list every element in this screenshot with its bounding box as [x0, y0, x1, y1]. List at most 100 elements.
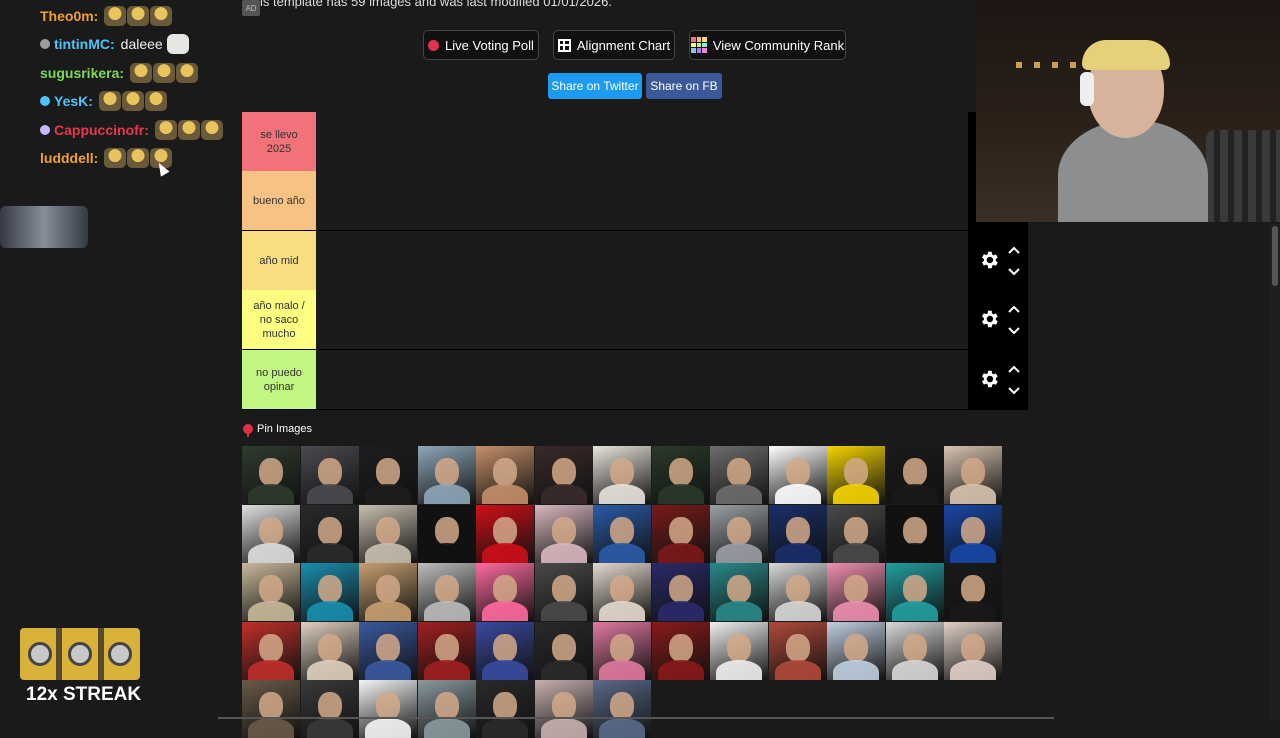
tier-label[interactable]: bueno año — [242, 171, 316, 230]
tier-item-image[interactable] — [710, 505, 768, 563]
tier-item-image[interactable] — [359, 622, 417, 680]
tier-item-image[interactable] — [710, 622, 768, 680]
gear-icon[interactable] — [978, 249, 1000, 271]
pin-images-toggle[interactable]: Pin Images — [243, 423, 312, 437]
tier-item-image[interactable] — [769, 563, 827, 621]
tier-item-image[interactable] — [242, 446, 300, 504]
tier-item-image[interactable] — [418, 446, 476, 504]
chat-username[interactable]: tintinMC: — [54, 36, 115, 52]
tier-item-image[interactable] — [242, 622, 300, 680]
tier-item-image[interactable] — [593, 563, 651, 621]
tier-label[interactable]: no puedo opinar — [242, 350, 316, 409]
minions-emote — [98, 91, 167, 112]
chat-username[interactable]: ludddell: — [40, 150, 98, 166]
tier-item-image[interactable] — [652, 563, 710, 621]
tier-item-image[interactable] — [476, 505, 534, 563]
tier-item-image[interactable] — [710, 446, 768, 504]
tier-item-image[interactable] — [359, 446, 417, 504]
share-fb-button[interactable]: Share on FB — [646, 73, 722, 99]
move-tier-arrows[interactable] — [1006, 243, 1022, 279]
alignment-chart-button[interactable]: Alignment Chart — [553, 30, 675, 60]
tier-item-image[interactable] — [652, 622, 710, 680]
tier-drop-zone[interactable] — [316, 290, 968, 349]
tier-item-image[interactable] — [359, 680, 417, 738]
chat-username[interactable]: Theo0m: — [40, 8, 98, 24]
tier-item-image[interactable] — [535, 563, 593, 621]
tier-item-image[interactable] — [418, 505, 476, 563]
tier-item-image[interactable] — [593, 446, 651, 504]
tier-item-image[interactable] — [769, 446, 827, 504]
floating-emote — [0, 206, 88, 248]
tier-item-image[interactable] — [593, 505, 651, 563]
tier-drop-zone[interactable] — [316, 112, 968, 171]
tier-item-image[interactable] — [476, 622, 534, 680]
tier-item-image[interactable] — [944, 622, 1002, 680]
tier-item-image[interactable] — [593, 622, 651, 680]
tier-item-image[interactable] — [301, 505, 359, 563]
chat-username[interactable]: YesK: — [54, 93, 93, 109]
streak-widget: 12x STREAK — [20, 628, 142, 708]
tier-item-image[interactable] — [535, 680, 593, 738]
tier-item-image[interactable] — [301, 622, 359, 680]
tier-drop-zone[interactable] — [316, 350, 968, 409]
live-voting-poll-button[interactable]: Live Voting Poll — [423, 30, 539, 60]
tier-item-image[interactable] — [301, 446, 359, 504]
move-tier-arrows[interactable] — [1006, 302, 1022, 338]
tier-item-image[interactable] — [476, 680, 534, 738]
tier-item-image[interactable] — [944, 505, 1002, 563]
tier-item-image[interactable] — [827, 505, 885, 563]
tier-item-image[interactable] — [769, 505, 827, 563]
scrollbar-thumb[interactable] — [1272, 226, 1278, 286]
tier-item-image[interactable] — [535, 622, 593, 680]
tier-item-image[interactable] — [242, 505, 300, 563]
live-voting-poll-label: Live Voting Poll — [445, 37, 534, 53]
tier-item-image[interactable] — [710, 563, 768, 621]
tier-drop-zone[interactable] — [316, 171, 968, 230]
tier-item-image[interactable] — [769, 622, 827, 680]
tier-item-image[interactable] — [944, 563, 1002, 621]
move-tier-arrows[interactable] — [1006, 362, 1022, 398]
tier-item-image[interactable] — [886, 505, 944, 563]
template-info-text: is template has 59 images and was last m… — [260, 0, 612, 9]
tier-item-image[interactable] — [242, 563, 300, 621]
page-scrollbar[interactable] — [1270, 224, 1280, 720]
tier-item-image[interactable] — [418, 680, 476, 738]
share-twitter-button[interactable]: Share on Twitter — [548, 73, 642, 99]
tier-label[interactable]: se llevo 2025 — [242, 112, 316, 171]
tier-item-image[interactable] — [359, 505, 417, 563]
tier-item-image[interactable] — [418, 563, 476, 621]
tier-item-image[interactable] — [242, 680, 300, 738]
horizontal-scrollbar[interactable] — [218, 717, 1054, 719]
gear-icon[interactable] — [978, 368, 1000, 390]
tier-drop-zone[interactable] — [316, 231, 968, 290]
gear-icon[interactable] — [978, 308, 1000, 330]
tier-item-image[interactable] — [652, 446, 710, 504]
chat-text: daleee — [120, 36, 163, 53]
chat-username[interactable]: Cappuccinofr: — [54, 122, 149, 138]
tier-item-image[interactable] — [301, 563, 359, 621]
tier-item-image[interactable] — [418, 622, 476, 680]
tier-item-image[interactable] — [535, 446, 593, 504]
tier-label[interactable]: año malo / no saco mucho — [242, 290, 316, 349]
chat-message: ludddell: — [40, 146, 173, 170]
chevron-up-icon — [1008, 305, 1020, 313]
tier-item-image[interactable] — [827, 446, 885, 504]
tier-item-image[interactable] — [476, 446, 534, 504]
minions-emote — [130, 62, 199, 83]
tier-item-image[interactable] — [944, 446, 1002, 504]
tier-item-image[interactable] — [886, 446, 944, 504]
tier-item-image[interactable] — [827, 622, 885, 680]
tier-item-image[interactable] — [593, 680, 651, 738]
tier-controls — [968, 290, 1028, 349]
tier-item-image[interactable] — [301, 680, 359, 738]
community-rank-button[interactable]: View Community Rank — [689, 30, 846, 60]
tier-item-image[interactable] — [652, 505, 710, 563]
tier-label[interactable]: año mid — [242, 231, 316, 290]
tier-item-image[interactable] — [886, 622, 944, 680]
tier-item-image[interactable] — [476, 563, 534, 621]
tier-item-image[interactable] — [359, 563, 417, 621]
chat-username[interactable]: sugusrikera: — [40, 65, 124, 81]
tier-item-image[interactable] — [886, 563, 944, 621]
tier-item-image[interactable] — [535, 505, 593, 563]
tier-item-image[interactable] — [827, 563, 885, 621]
